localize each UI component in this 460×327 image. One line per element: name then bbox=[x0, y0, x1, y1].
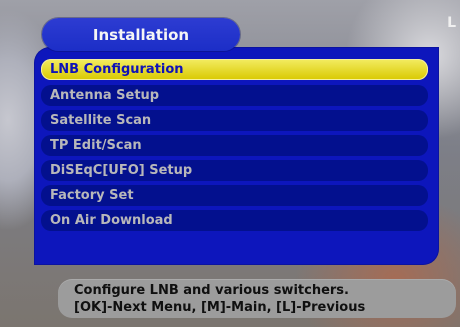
menu-item-tp-edit-scan[interactable]: TP Edit/Scan bbox=[41, 135, 428, 156]
top-right-edge-text: L bbox=[447, 16, 456, 30]
menu-item-factory-set[interactable]: Factory Set bbox=[41, 185, 428, 206]
help-text-line-1: Configure LNB and various switchers. bbox=[74, 283, 349, 298]
menu-item-label: On Air Download bbox=[50, 213, 173, 228]
menu-item-label: Antenna Setup bbox=[50, 88, 160, 103]
menu-item-label: TP Edit/Scan bbox=[50, 138, 142, 153]
menu-item-label: DiSEqC[UFO] Setup bbox=[50, 163, 193, 178]
menu-item-lnb-configuration[interactable]: LNB Configuration bbox=[41, 59, 428, 80]
help-text-line-2: [OK]-Next Menu, [M]-Main, [L]-Previous bbox=[74, 300, 366, 315]
menu-item-antenna-setup[interactable]: Antenna Setup bbox=[41, 85, 428, 106]
menu-item-label: Satellite Scan bbox=[50, 113, 152, 128]
top-right-edge-label: L bbox=[447, 15, 456, 31]
help-bar: Configure LNB and various switchers. [OK… bbox=[58, 279, 456, 318]
menu-item-label: Factory Set bbox=[50, 188, 134, 203]
menu-title: Installation bbox=[92, 25, 190, 44]
menu-title-tab: Installation bbox=[42, 18, 240, 51]
menu-item-diseqc-ufo-setup[interactable]: DiSEqC[UFO] Setup bbox=[41, 160, 428, 181]
menu-item-satellite-scan[interactable]: Satellite Scan bbox=[41, 110, 428, 131]
menu-item-on-air-download[interactable]: On Air Download bbox=[41, 210, 428, 231]
menu-item-label: LNB Configuration bbox=[50, 62, 184, 77]
